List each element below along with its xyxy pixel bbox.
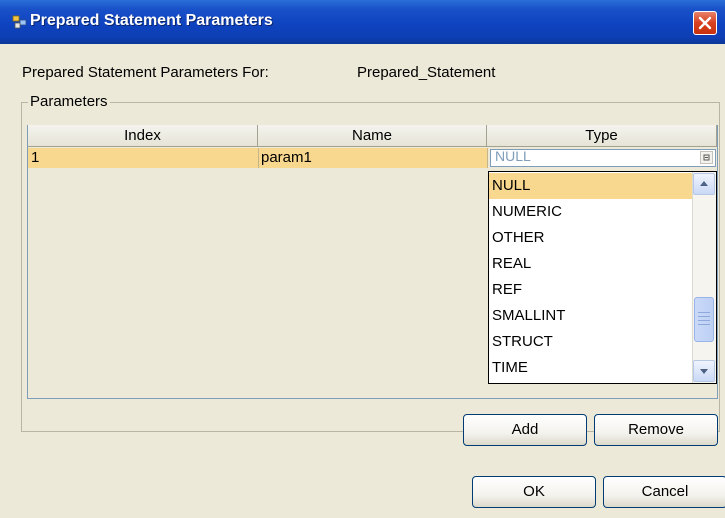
dropdown-option-numeric[interactable]: NUMERIC (489, 199, 693, 225)
dropdown-option-ref[interactable]: REF (489, 277, 693, 303)
thumb-grip-line (698, 324, 710, 325)
combobox-toggle-button[interactable] (700, 151, 713, 164)
cell-index[interactable]: 1 (31, 148, 39, 168)
title-bar[interactable]: Prepared Statement Parameters (0, 0, 725, 44)
dropdown-option-null[interactable]: NULL (489, 173, 693, 199)
column-divider (487, 148, 488, 168)
dropdown-option-other[interactable]: OTHER (489, 225, 693, 251)
type-combobox-value: NULL (495, 148, 531, 162)
cancel-button[interactable]: Cancel (603, 476, 725, 508)
thumb-grip-line (698, 320, 710, 321)
remove-button[interactable]: Remove (594, 414, 718, 446)
add-button[interactable]: Add (463, 414, 587, 446)
arrow-up-icon (700, 181, 708, 186)
scroll-up-button[interactable] (693, 173, 715, 195)
statement-name: Prepared_Statement (357, 64, 496, 81)
app-icon (12, 15, 27, 29)
close-icon (698, 16, 712, 30)
column-divider (258, 148, 259, 168)
column-header-type[interactable]: Type (487, 125, 717, 147)
dropdown-option-time[interactable]: TIME (489, 355, 693, 381)
column-header-index[interactable]: Index (28, 125, 258, 147)
statement-for-label: Prepared Statement Parameters For: (22, 64, 269, 81)
ok-button[interactable]: OK (472, 476, 596, 508)
window-title: Prepared Statement Parameters (30, 12, 273, 29)
scroll-down-button[interactable] (693, 360, 715, 382)
dropdown-option-real[interactable]: REAL (489, 251, 693, 277)
dropdown-option-smallint[interactable]: SMALLINT (489, 303, 693, 329)
dropdown-scrollbar[interactable] (692, 172, 716, 383)
thumb-grip-line (698, 312, 710, 313)
arrow-down-icon (700, 369, 708, 374)
thumb-grip-line (698, 316, 710, 317)
dropdown-option-struct[interactable]: STRUCT (489, 329, 693, 355)
parameters-group-label: Parameters (28, 93, 110, 110)
cell-name[interactable]: param1 (261, 148, 312, 168)
close-button[interactable] (693, 11, 717, 35)
column-header-name[interactable]: Name (258, 125, 487, 147)
chevron-down-icon (703, 154, 710, 161)
dialog-window: Prepared Statement Parameters Prepared S… (0, 0, 725, 518)
